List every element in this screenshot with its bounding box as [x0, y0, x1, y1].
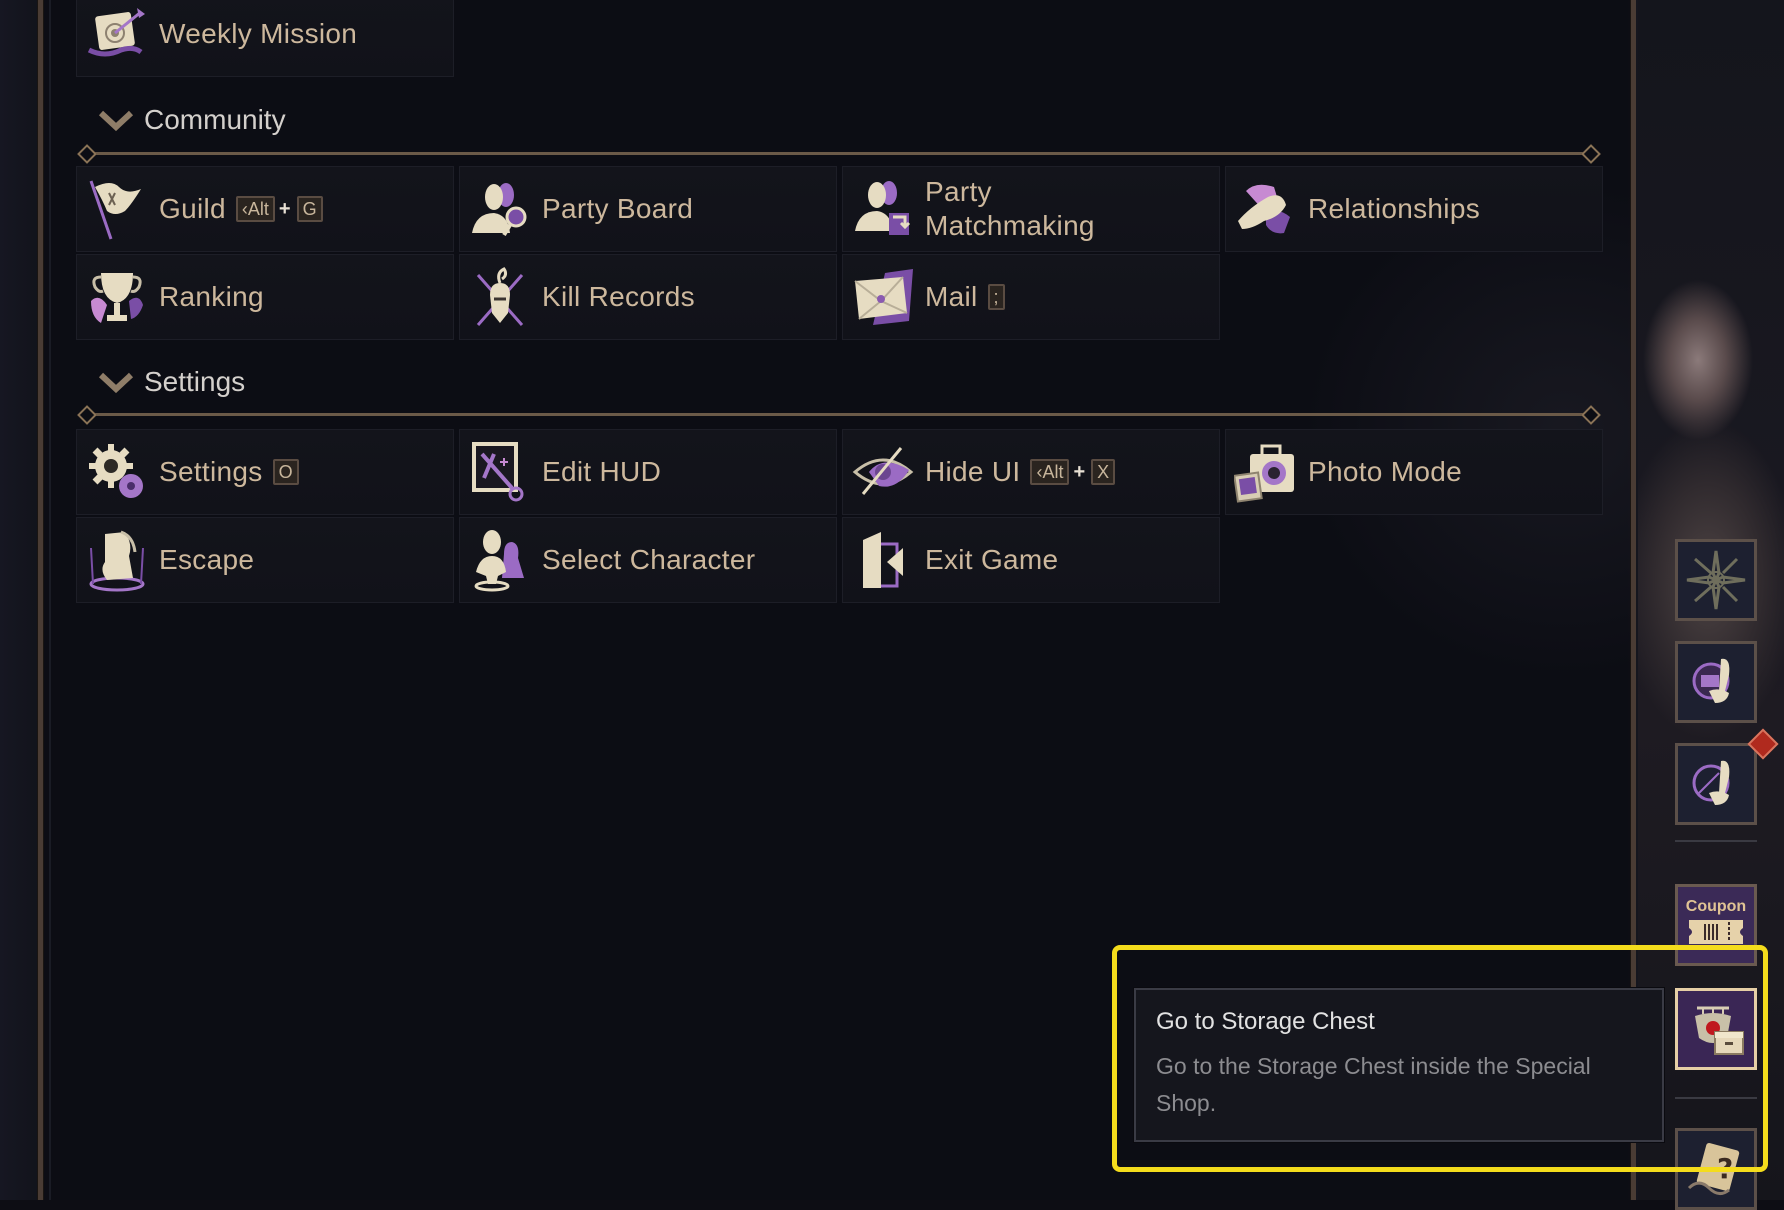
camera-icon [1234, 440, 1298, 504]
exit-door-icon [851, 528, 915, 592]
party-matchmaking-icon [851, 177, 915, 241]
menu-item-guild[interactable]: Guild ‹Alt + G [76, 166, 454, 252]
menu-item-label: Party Board [542, 193, 694, 224]
menu-item-label: Escape [159, 544, 255, 575]
menu-item-label: Weekly Mission [159, 18, 358, 49]
shop-fan-button[interactable] [1675, 641, 1757, 723]
edit-hud-icon [468, 440, 532, 504]
menu-item-kill-records[interactable]: Kill Records [459, 254, 837, 340]
menu-item-label: Ranking [159, 281, 264, 312]
side-separator [1675, 1097, 1757, 1099]
section-header-settings[interactable]: Settings [98, 366, 245, 398]
menu-item-select-character[interactable]: Select Character [459, 517, 837, 603]
menu-item-party-board[interactable]: Party Board [459, 166, 837, 252]
chevron-down-icon [98, 372, 134, 394]
kill-records-icon [468, 265, 532, 329]
menu-item-label: Relationships [1308, 193, 1480, 224]
key-semicolon: ; [987, 284, 1005, 310]
menu-item-label: Photo Mode [1308, 456, 1462, 487]
menu-item-hide-ui[interactable]: Hide UI ‹Alt + X [842, 429, 1220, 515]
section-divider [77, 405, 1601, 425]
menu-item-escape[interactable]: Escape [76, 517, 454, 603]
menu-item-photo-mode[interactable]: Photo Mode [1225, 429, 1603, 515]
menu-item-label: Kill Records [542, 281, 695, 312]
section-header-community[interactable]: Community [98, 104, 286, 136]
menu-item-label: Hide UI [925, 456, 1021, 487]
select-character-icon [468, 528, 532, 592]
mail-icon [851, 265, 915, 329]
menu-item-relationships[interactable]: Relationships [1225, 166, 1603, 252]
key-alt: ‹Alt [1030, 459, 1070, 485]
shortcut-hint: ‹Alt + X [1024, 459, 1116, 485]
menu-item-party-matchmaking[interactable]: Party Matchmaking [842, 166, 1220, 252]
help-button[interactable]: ? [1675, 1128, 1757, 1210]
storage-chest-icon [1695, 1006, 1744, 1055]
sun-emblem-icon [1686, 550, 1746, 610]
panel-border-left [37, 0, 44, 1200]
fan-button[interactable] [1675, 743, 1757, 825]
menu-item-label: Select Character [542, 544, 756, 575]
gear-icon [85, 440, 149, 504]
side-separator [1675, 840, 1757, 842]
section-divider [77, 144, 1601, 164]
compass-sun-button[interactable] [1675, 539, 1757, 621]
menu-item-label: Settings [159, 456, 263, 487]
escape-boot-icon [85, 528, 149, 592]
menu-item-label: Mail [925, 281, 978, 312]
menu-item-weekly-mission[interactable]: Weekly Mission [76, 0, 454, 77]
key-g: G [296, 196, 323, 222]
shortcut-plus: + [1073, 460, 1086, 483]
svg-text:?: ? [1717, 1152, 1733, 1185]
handshake-icon [1234, 177, 1298, 241]
menu-item-edit-hud[interactable]: Edit HUD [459, 429, 837, 515]
section-title: Community [144, 104, 286, 135]
party-board-icon [468, 177, 532, 241]
chevron-down-icon [98, 110, 134, 132]
help-card-icon: ? [1687, 1142, 1740, 1195]
background-left [0, 0, 40, 1200]
coupon-label: Coupon [1685, 898, 1747, 915]
key-o: O [272, 459, 299, 485]
menu-item-label: Exit Game [925, 544, 1059, 575]
shortcut-hint: ; [982, 284, 1005, 310]
menu-item-label: Edit HUD [542, 456, 662, 487]
tooltip-body: Go to the Storage Chest inside the Speci… [1156, 1053, 1591, 1116]
key-alt: ‹Alt [235, 196, 275, 222]
menu-item-label: Guild [159, 193, 226, 224]
menu-item-label: Party Matchmaking [925, 176, 1095, 241]
coupon-ticket-icon [1689, 920, 1743, 944]
shortcut-plus: + [278, 197, 291, 220]
trophy-icon [85, 265, 149, 329]
key-x: X [1091, 459, 1116, 485]
tooltip-title: Go to Storage Chest [1156, 1008, 1375, 1035]
hide-eye-icon [851, 440, 915, 504]
tooltip-storage-chest: Go to Storage Chest Go to the Storage Ch… [1134, 988, 1664, 1142]
section-title: Settings [144, 366, 246, 397]
menu-item-settings[interactable]: Settings O [76, 429, 454, 515]
shortcut-hint: O [267, 459, 299, 485]
menu-item-ranking[interactable]: Ranking [76, 254, 454, 340]
coupon-button[interactable]: Coupon [1675, 884, 1757, 966]
guild-flag-icon [85, 177, 149, 241]
shop-fan-icon [1692, 658, 1730, 703]
menu-item-mail[interactable]: Mail ; [842, 254, 1220, 340]
weekly-mission-icon [85, 2, 149, 66]
fan-icon [1692, 760, 1730, 805]
storage-chest-button[interactable] [1675, 988, 1757, 1070]
shortcut-hint: ‹Alt + G [230, 196, 323, 222]
menu-item-exit-game[interactable]: Exit Game [842, 517, 1220, 603]
